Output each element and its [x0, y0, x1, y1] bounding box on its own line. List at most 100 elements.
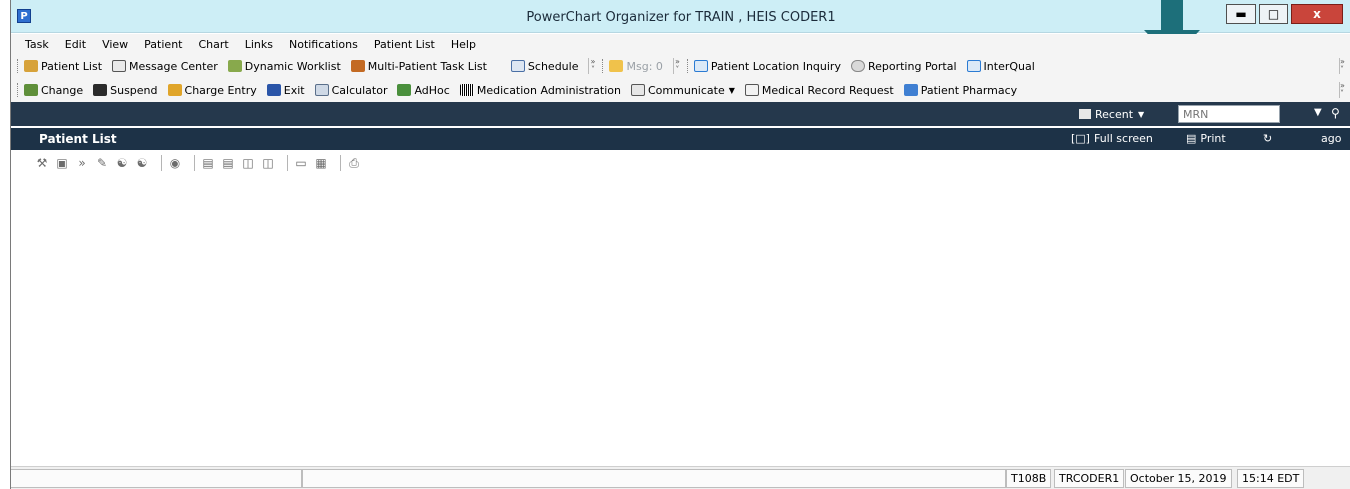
maximize-button[interactable]: □ [1259, 4, 1288, 24]
suspend-button[interactable]: Suspend [93, 83, 158, 97]
clipboard-icon[interactable]: ▤ [221, 156, 235, 170]
print-list-icon[interactable]: ⎙ [347, 156, 361, 170]
ago-label: ago [1321, 132, 1342, 145]
recent-dropdown[interactable]: Recent ▼ [1079, 106, 1144, 122]
status-bar: T108B TRCODER1 October 15, 2019 15:14 ED… [11, 466, 1350, 489]
toolbar-grip[interactable] [17, 59, 20, 73]
toolbar-divider [194, 155, 195, 171]
medication-administration-label: Medication Administration [476, 83, 621, 97]
change-label: Change [41, 83, 84, 97]
relationship-icon[interactable]: ◉ [168, 156, 182, 170]
patient-location-inquiry-button[interactable]: Patient Location Inquiry [693, 59, 841, 73]
edit-list-icon[interactable]: ✎ [95, 156, 109, 170]
patient-list-button[interactable]: Patient List [24, 60, 102, 73]
medical-record-request-label: Medical Record Request [761, 83, 894, 97]
new-list-icon[interactable]: ▣ [55, 156, 69, 170]
chevron-down-icon: ▼ [1138, 109, 1145, 119]
status-segment-empty-2 [302, 469, 1006, 488]
patient-pharmacy-button[interactable]: Patient Pharmacy [903, 83, 1018, 97]
patient-list-toolbar: ⚒ ▣ » ✎ ☯ ☯ ◉ ▤ ▤ ◫ ◫ ▭ ▦ ⎙ [35, 153, 367, 173]
message-center-label: Message Center [129, 59, 218, 73]
patient-list-content[interactable] [11, 176, 1350, 466]
print-icon: ▤ [1186, 132, 1197, 145]
chevron-down-icon[interactable]: ▼ [1314, 107, 1322, 118]
remove-patient-icon[interactable]: ☯ [135, 156, 149, 170]
toolbar-grip-3[interactable] [686, 59, 690, 73]
menu-edit[interactable]: Edit [65, 38, 86, 51]
msg-label: Msg: 0 [626, 59, 663, 73]
full-screen-label: Full screen [1093, 132, 1153, 145]
panel-title: Patient List [39, 132, 117, 146]
menu-view[interactable]: View [102, 38, 128, 51]
menu-chart[interactable]: Chart [198, 38, 228, 51]
toolbar-overflow-2[interactable]: » ˅ [672, 58, 681, 74]
powerchart-window: P PowerChart Organizer for TRAIN , HEIS … [10, 0, 1350, 489]
menu-patient[interactable]: Patient [144, 38, 182, 51]
chart-icon[interactable]: ▦ [314, 156, 328, 170]
search-bar: Recent ▼ ▼ ⚲ [11, 102, 1350, 126]
reporting-portal-icon [850, 60, 865, 72]
calculator-icon [314, 84, 329, 96]
toolbar-overflow-1[interactable]: » ˅ [588, 58, 596, 74]
exit-icon [266, 84, 281, 96]
calculator-button[interactable]: Calculator [314, 83, 388, 97]
refresh-icon: ↻ [1263, 132, 1273, 145]
charge-entry-button[interactable]: Charge Entry [167, 84, 257, 97]
properties-icon[interactable]: ⚒ [35, 156, 49, 170]
full-screen-button[interactable]: [□] Full screen [1071, 132, 1153, 145]
menu-patient-list[interactable]: Patient List [374, 38, 435, 51]
dynamic-worklist-button[interactable]: Dynamic Worklist [227, 59, 341, 73]
menu-task[interactable]: Task [25, 38, 49, 51]
toolbar-primary: Patient List Message Center Dynamic Work… [11, 54, 1350, 78]
medication-administration-button[interactable]: Medication Administration [459, 83, 621, 97]
menu-help[interactable]: Help [451, 38, 476, 51]
change-button[interactable]: Change [24, 84, 83, 97]
add-patient-icon[interactable]: ☯ [115, 156, 129, 170]
schedule-label: Schedule [527, 59, 579, 73]
minimize-button[interactable]: ▬ [1226, 4, 1256, 24]
patient-list-icon [24, 60, 38, 72]
suspend-label: Suspend [110, 83, 158, 97]
interqual-label: InterQual [983, 59, 1035, 73]
patient-list-panel-header: Patient List [□] Full screen ▤ Print ↻ a… [11, 128, 1350, 150]
msg-icon [609, 60, 624, 72]
schedule-button[interactable]: Schedule [510, 59, 579, 73]
paste-icon[interactable]: ◫ [261, 156, 275, 170]
msg-button[interactable]: Msg: 0 [609, 59, 663, 73]
toolbar-grip[interactable] [17, 83, 20, 97]
exit-label: Exit [283, 83, 305, 97]
toolbar-grip-2[interactable] [602, 59, 605, 73]
reporting-portal-button[interactable]: Reporting Portal [850, 60, 957, 73]
forward-icon[interactable]: » [75, 156, 89, 170]
toolbar-right-overflow[interactable]: » ˅ [1339, 82, 1347, 98]
exit-button[interactable]: Exit [266, 83, 305, 97]
copy-icon[interactable]: ◫ [241, 156, 255, 170]
communicate-button[interactable]: Communicate ▼ [631, 84, 735, 97]
refresh-button[interactable]: ↻ [1263, 132, 1272, 145]
medical-record-request-button[interactable]: Medical Record Request [744, 83, 894, 97]
menu-notifications[interactable]: Notifications [289, 38, 358, 51]
chevron-down-icon: ▼ [728, 85, 735, 95]
minimize-icon: ▬ [1235, 7, 1247, 21]
status-terminal: T108B [1006, 469, 1052, 488]
toolbar-right-overflow[interactable]: » ˅ [1339, 58, 1347, 74]
document-icon[interactable]: ▤ [201, 156, 215, 170]
adhoc-button[interactable]: AdHoc [397, 84, 450, 97]
mrn-search-input[interactable] [1178, 105, 1280, 123]
dynamic-worklist-label: Dynamic Worklist [244, 59, 341, 73]
menu-links[interactable]: Links [245, 38, 273, 51]
interqual-button[interactable]: InterQual [966, 59, 1035, 73]
search-icon[interactable]: ⚲ [1331, 106, 1340, 120]
message-center-button[interactable]: Message Center [112, 60, 218, 73]
status-segment-empty [11, 469, 302, 488]
patient-location-inquiry-label: Patient Location Inquiry [710, 59, 841, 73]
suspend-icon [93, 84, 108, 96]
column-icon[interactable]: ▭ [294, 156, 308, 170]
print-button[interactable]: ▤ Print [1186, 132, 1226, 145]
multi-patient-task-list-button[interactable]: Multi-Patient Task List [350, 60, 487, 73]
toolbar-divider [340, 155, 341, 171]
patient-pharmacy-label: Patient Pharmacy [920, 83, 1018, 97]
close-button[interactable]: x [1291, 4, 1343, 24]
patient-list-label: Patient List [41, 59, 103, 73]
calculator-label: Calculator [331, 83, 388, 97]
